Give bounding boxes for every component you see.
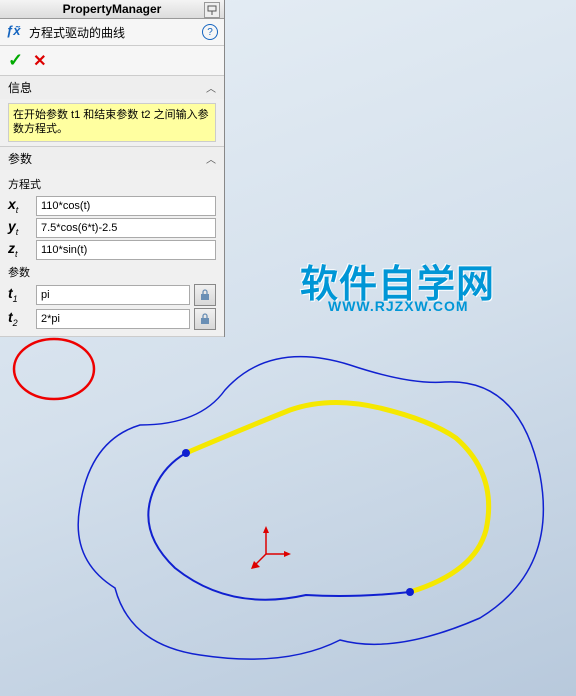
t2-input[interactable] bbox=[36, 309, 190, 329]
ok-button[interactable]: ✓ bbox=[8, 50, 23, 71]
info-text: 在开始参数 t1 和结束参数 t2 之间输入参数方程式。 bbox=[8, 103, 216, 142]
t1-row: t1 bbox=[8, 284, 216, 306]
equation-curve-icon: ƒx̃ bbox=[6, 23, 24, 41]
t1-input[interactable] bbox=[36, 285, 190, 305]
params-section-title: 参数 bbox=[8, 150, 32, 167]
feature-title-row: ƒx̃ 方程式驱动的曲线 ? bbox=[0, 19, 224, 46]
z-equation-input[interactable] bbox=[36, 240, 216, 260]
equation-label: 方程式 bbox=[8, 174, 216, 194]
pin-button[interactable] bbox=[204, 2, 220, 18]
t1-var-label: t1 bbox=[8, 285, 32, 304]
info-section: 信息 ︿ 在开始参数 t1 和结束参数 t2 之间输入参数方程式。 bbox=[0, 76, 224, 147]
collapse-icon[interactable]: ︿ bbox=[206, 151, 216, 166]
curve-endpoint-1 bbox=[182, 449, 190, 457]
t2-var-label: t2 bbox=[8, 309, 32, 328]
help-button[interactable]: ? bbox=[202, 24, 218, 40]
info-section-head[interactable]: 信息 ︿ bbox=[0, 76, 224, 99]
params-section: 参数 ︿ 方程式 xt yt zt 参数 t1 bbox=[0, 147, 224, 337]
panel-header: PropertyManager bbox=[0, 0, 224, 19]
x-var-label: xt bbox=[8, 196, 32, 215]
collapse-icon[interactable]: ︿ bbox=[206, 80, 216, 95]
z-equation-row: zt bbox=[8, 240, 216, 260]
property-manager-panel: PropertyManager ƒx̃ 方程式驱动的曲线 ? ✓ ✕ 信息 ︿ … bbox=[0, 0, 225, 337]
x-equation-row: xt bbox=[8, 196, 216, 216]
feature-name: 方程式驱动的曲线 bbox=[29, 24, 125, 41]
info-section-title: 信息 bbox=[8, 79, 32, 96]
yellow-curve bbox=[186, 402, 489, 592]
y-var-label: yt bbox=[8, 218, 32, 237]
y-equation-input[interactable] bbox=[36, 218, 216, 238]
t2-lock-button[interactable] bbox=[194, 308, 216, 330]
param-sublabel: 参数 bbox=[8, 262, 216, 282]
x-equation-input[interactable] bbox=[36, 196, 216, 216]
t1-lock-button[interactable] bbox=[194, 284, 216, 306]
y-equation-row: yt bbox=[8, 218, 216, 238]
z-var-label: zt bbox=[8, 240, 32, 259]
cancel-button[interactable]: ✕ bbox=[33, 51, 46, 71]
panel-title: PropertyManager bbox=[63, 2, 162, 16]
inner-blue-curve bbox=[148, 402, 488, 599]
action-row: ✓ ✕ bbox=[0, 46, 224, 76]
t2-row: t2 bbox=[8, 308, 216, 330]
params-section-head[interactable]: 参数 ︿ bbox=[0, 147, 224, 170]
curve-endpoint-2 bbox=[406, 588, 414, 596]
